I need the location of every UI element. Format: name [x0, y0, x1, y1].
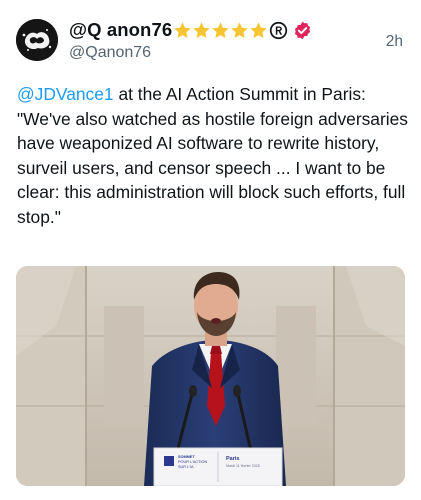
- post-body-text: at the AI Action Summit in Paris: "We've…: [17, 84, 409, 227]
- star-icon: [174, 21, 191, 38]
- post-text: @JDVance1 at the AI Action Summit in Par…: [17, 82, 409, 229]
- star-icon: [212, 21, 229, 38]
- avatar[interactable]: [16, 19, 58, 61]
- avatar-splash-icon: [16, 19, 58, 61]
- post-timestamp[interactable]: 2h: [386, 33, 403, 51]
- post-media-photo[interactable]: SOMMET POUR L'ACTION SUR L'IA Paris Mard…: [16, 266, 405, 486]
- mention-link[interactable]: @JDVance1: [17, 84, 114, 104]
- verified-icon: [295, 21, 311, 39]
- star-icon: [231, 21, 248, 38]
- podium-sign-title: Paris: [226, 456, 239, 462]
- podium-sign-line3: SUR L'IA: [178, 465, 194, 469]
- podium-sign-line1: SOMMET: [178, 455, 195, 459]
- podium-sign-subtitle: Mardi 11 février 2025: [226, 464, 260, 468]
- post-card[interactable]: @Q anon76 @Qanon76 2h @JDVance1 at the A…: [0, 0, 421, 500]
- speaker-photo: SOMMET POUR L'ACTION SUR L'IA Paris Mard…: [16, 266, 405, 486]
- display-name[interactable]: @Q anon76: [69, 19, 172, 41]
- author-handle[interactable]: @Qanon76: [69, 44, 151, 62]
- author-name-row: @Q anon76: [69, 17, 312, 43]
- star-icon: [250, 21, 267, 38]
- star-badges: [173, 21, 268, 40]
- star-icon: [193, 21, 210, 38]
- podium-sign-line2: POUR L'ACTION: [178, 460, 207, 464]
- registered-icon: [270, 21, 288, 39]
